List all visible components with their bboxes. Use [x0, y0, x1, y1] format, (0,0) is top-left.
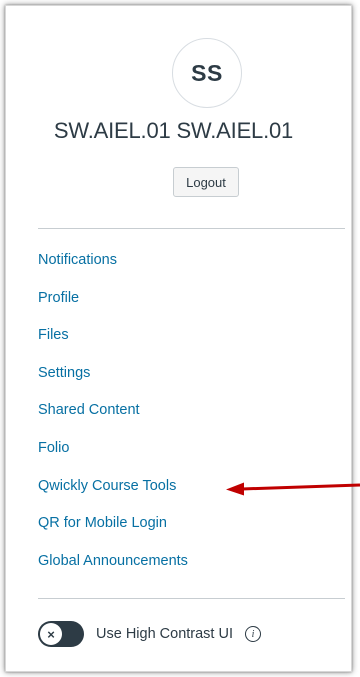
high-contrast-label: Use High Contrast UI	[96, 626, 233, 642]
settings-link[interactable]: Settings	[38, 366, 90, 381]
user-display-name: SW.AIEL.01 SW.AIEL.01	[53, 118, 294, 143]
shared-content-link[interactable]: Shared Content	[38, 403, 140, 418]
files-link[interactable]: Files	[38, 328, 69, 343]
divider-top	[38, 228, 345, 229]
nav-item-shared-content: Shared Content	[38, 402, 188, 440]
high-contrast-row: × Use High Contrast UI i	[38, 619, 261, 649]
nav-item-folio: Folio	[38, 440, 188, 478]
nav-item-profile: Profile	[38, 290, 188, 328]
annotation-arrow-icon	[226, 482, 360, 496]
nav-item-files: Files	[38, 327, 188, 365]
folio-link[interactable]: Folio	[38, 441, 69, 456]
close-icon: ×	[40, 623, 62, 645]
avatar: SS	[172, 38, 242, 108]
nav-item-qr-mobile-login: QR for Mobile Login	[38, 515, 188, 553]
nav-item-notifications: Notifications	[38, 252, 188, 290]
account-nav-list: Notifications Profile Files Settings Sha…	[38, 252, 188, 590]
user-account-tray: SS SW.AIEL.01 SW.AIEL.01 Logout Notifica…	[5, 5, 352, 672]
nav-item-settings: Settings	[38, 365, 188, 403]
nav-item-qwickly-course-tools: Qwickly Course Tools	[38, 478, 188, 516]
global-announcements-link[interactable]: Global Announcements	[38, 554, 188, 569]
profile-link[interactable]: Profile	[38, 291, 79, 306]
high-contrast-toggle[interactable]: ×	[38, 621, 84, 647]
info-icon[interactable]: i	[245, 626, 261, 642]
logout-button[interactable]: Logout	[173, 167, 239, 197]
notifications-link[interactable]: Notifications	[38, 253, 117, 268]
qr-mobile-login-link[interactable]: QR for Mobile Login	[38, 516, 167, 531]
qwickly-course-tools-link[interactable]: Qwickly Course Tools	[38, 479, 176, 494]
nav-item-global-announcements: Global Announcements	[38, 553, 188, 591]
divider-bottom	[38, 598, 345, 599]
